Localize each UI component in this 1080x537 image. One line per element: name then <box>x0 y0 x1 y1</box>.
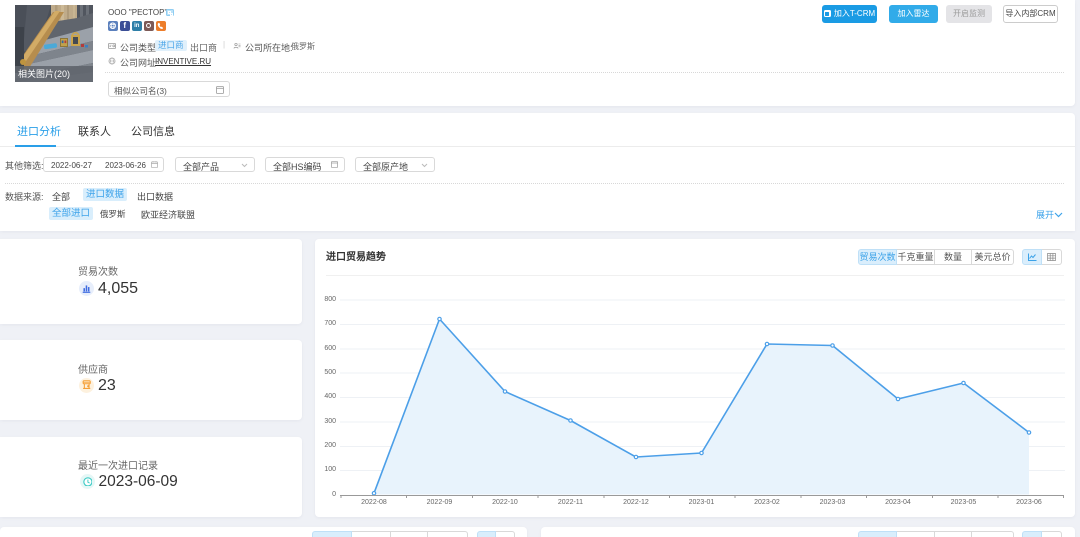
svg-text:相关图片(20): 相关图片(20) <box>18 68 70 79</box>
